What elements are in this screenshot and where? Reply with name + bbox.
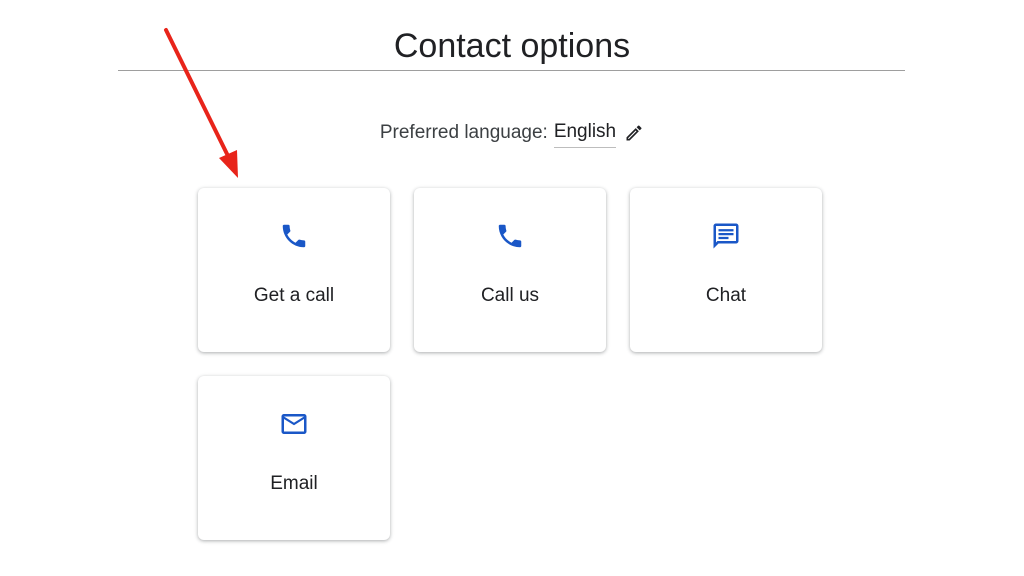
phone-icon <box>278 220 310 252</box>
chat-option[interactable]: Chat <box>630 188 822 352</box>
preferred-language-row: Preferred language: English <box>0 118 1024 148</box>
call-us-option[interactable]: Call us <box>414 188 606 352</box>
get-a-call-option[interactable]: Get a call <box>198 188 390 352</box>
email-label: Email <box>270 473 318 494</box>
get-a-call-label: Get a call <box>253 285 335 306</box>
preferred-language-value[interactable]: English <box>553 118 617 148</box>
chat-icon <box>710 220 742 252</box>
pencil-icon[interactable] <box>624 123 644 143</box>
page-title: Contact options <box>393 26 631 65</box>
preferred-language-label: Preferred language: <box>379 122 548 143</box>
email-option[interactable]: Email <box>198 376 390 540</box>
phone-icon <box>494 220 526 252</box>
title-divider <box>118 70 905 71</box>
chat-label: Chat <box>705 285 747 306</box>
email-icon <box>278 408 310 440</box>
call-us-label: Call us <box>480 285 540 306</box>
